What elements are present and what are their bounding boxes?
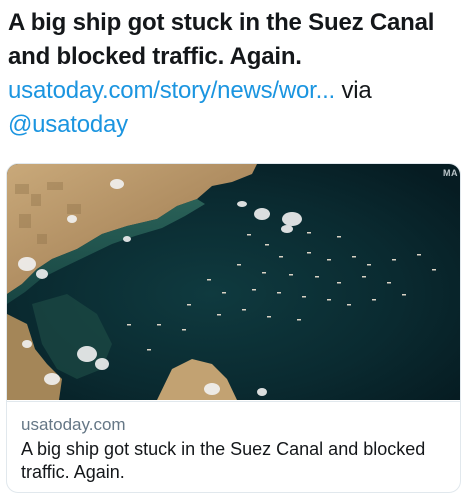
link-preview-card[interactable]: MA usatoday.com A big ship got stuck in …	[6, 163, 461, 493]
card-title: A big ship got stuck in the Suez Canal a…	[21, 439, 426, 482]
tweet-text: A big ship got stuck in the Suez Canal a…	[8, 6, 458, 142]
satellite-image	[7, 164, 460, 400]
tweet-mention-handle[interactable]: @usatoday	[8, 111, 128, 138]
tweet-link[interactable]: usatoday.com/story/news/wor...	[8, 77, 335, 104]
image-watermark: MA	[443, 168, 458, 178]
card-body[interactable]: usatoday.com A big ship got stuck in the…	[7, 401, 460, 492]
tweet-headline: A big ship got stuck in the Suez Canal a…	[8, 9, 435, 70]
tweet-via-label: via	[341, 77, 372, 104]
card-domain: usatoday.com	[21, 415, 126, 434]
